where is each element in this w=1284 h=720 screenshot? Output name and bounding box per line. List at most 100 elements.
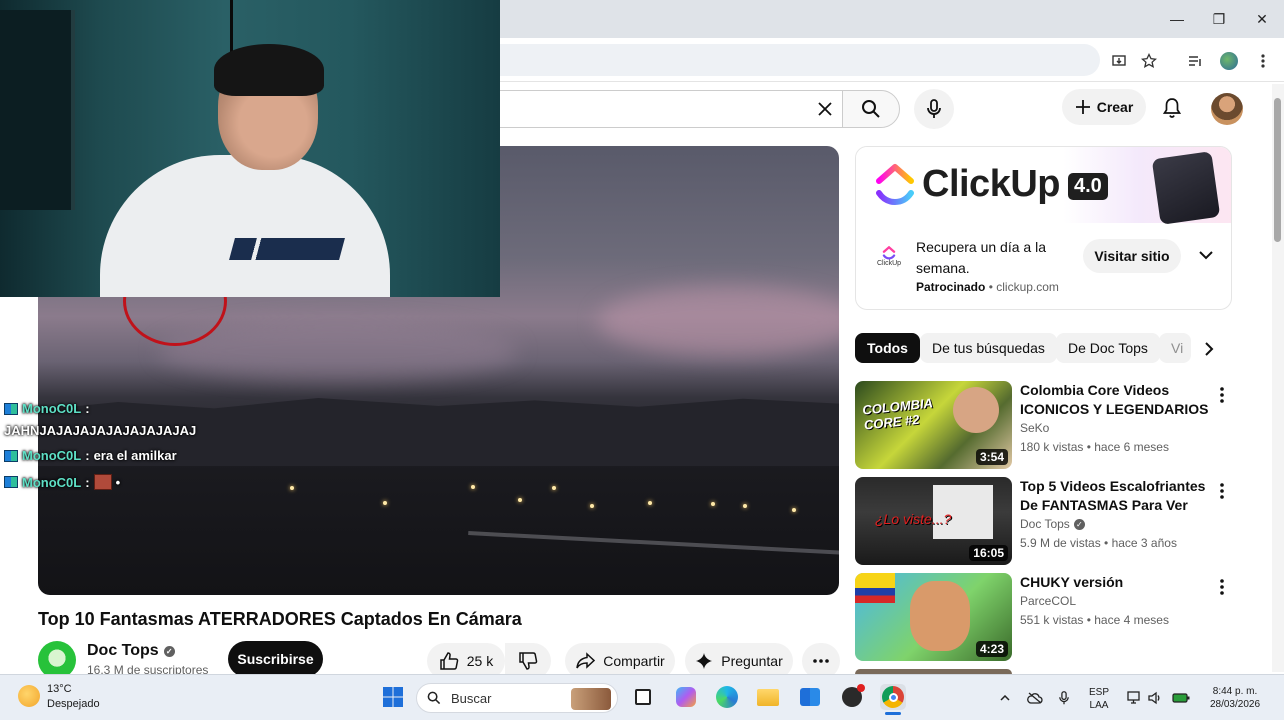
recommended-video-title[interactable]: Top 5 Videos Escalofriantes De FANTASMAS… bbox=[1020, 477, 1210, 515]
webcam-overlay bbox=[0, 0, 500, 297]
recommended-video[interactable]: 4:23 CHUKY versión COLOMBIANA ParceCOL 5… bbox=[855, 573, 1232, 663]
ad-banner[interactable]: ClickUp 4.0 bbox=[856, 147, 1231, 225]
microsoft-store-icon[interactable] bbox=[797, 684, 823, 710]
taskbar-search[interactable]: Buscar bbox=[416, 683, 618, 713]
video-thumbnail[interactable]: ¿Lo viste...? 16:05 bbox=[855, 477, 1012, 565]
task-view-icon[interactable] bbox=[630, 684, 656, 710]
webcam-person-hair bbox=[214, 44, 324, 96]
account-avatar[interactable] bbox=[1211, 93, 1243, 125]
sponsored-ad-card[interactable]: ClickUp 4.0 ClickUp Recupera un día a la… bbox=[855, 146, 1232, 310]
create-button[interactable]: Crear bbox=[1062, 89, 1146, 125]
video-light bbox=[471, 485, 475, 489]
video-light bbox=[290, 486, 294, 490]
microphone-icon[interactable] bbox=[1055, 689, 1073, 707]
chip-from-channel[interactable]: De Doc Tops bbox=[1056, 333, 1160, 363]
address-bar[interactable] bbox=[480, 44, 1100, 76]
share-label: Compartir bbox=[603, 653, 665, 669]
language-code: ESP bbox=[1088, 687, 1109, 698]
ad-advertiser-logo[interactable]: ClickUp bbox=[872, 239, 906, 273]
ad-brand-version: 4.0 bbox=[1068, 173, 1108, 200]
thumbnail-caption: COLOMBIA CORE #2 bbox=[861, 395, 934, 433]
clear-search-icon[interactable] bbox=[812, 97, 838, 121]
chat-badge-icon bbox=[4, 402, 18, 415]
video-road bbox=[468, 531, 839, 555]
sparkle-icon bbox=[696, 653, 713, 669]
video-thumbnail[interactable]: COLOMBIA CORE #2 3:54 bbox=[855, 381, 1012, 469]
chip-from-searches[interactable]: De tus búsquedas bbox=[920, 333, 1057, 363]
start-windows-icon[interactable] bbox=[380, 684, 406, 710]
channel-name[interactable]: Doc Tops bbox=[1020, 517, 1070, 531]
video-title: Top 10 Fantasmas ATERRADORES Captados En… bbox=[38, 609, 522, 629]
recommended-channel[interactable]: SeKo bbox=[1020, 421, 1049, 435]
ask-label: Preguntar bbox=[721, 653, 783, 669]
chevron-up-icon[interactable] bbox=[996, 689, 1014, 707]
chat-username: MonoC0L bbox=[22, 474, 82, 490]
chip-all[interactable]: Todos bbox=[855, 333, 920, 363]
more-vertical-icon[interactable] bbox=[1213, 577, 1231, 597]
webcam-person-body bbox=[100, 155, 390, 297]
recommended-video[interactable]: COLOMBIA CORE #2 3:54 Colombia Core Vide… bbox=[855, 381, 1232, 471]
cloud-offline-icon[interactable] bbox=[1026, 689, 1044, 707]
more-vertical-icon[interactable] bbox=[1213, 481, 1231, 501]
channel-name[interactable]: ParceCOL bbox=[1020, 594, 1076, 608]
search-highlight-image bbox=[571, 688, 611, 710]
file-explorer-icon[interactable] bbox=[755, 684, 781, 710]
input-language[interactable]: ESP LAA bbox=[1088, 686, 1110, 712]
recommended-video-title[interactable]: Colombia Core Videos ICONICOS Y LEGENDAR… bbox=[1020, 381, 1210, 419]
chat-text: era el amilkar bbox=[93, 448, 177, 463]
close-button[interactable]: ✕ bbox=[1247, 8, 1277, 30]
network-icon[interactable] bbox=[1126, 689, 1144, 707]
chat-username: MonoC0L bbox=[22, 401, 82, 416]
battery-charging-icon[interactable] bbox=[1172, 689, 1190, 707]
reading-list-icon[interactable] bbox=[1184, 50, 1206, 72]
maximize-button[interactable]: ❐ bbox=[1204, 8, 1234, 30]
search-input[interactable] bbox=[470, 90, 842, 128]
weather-moon-icon[interactable] bbox=[18, 685, 40, 707]
clock[interactable]: 8:44 p. m. 28/03/2026 bbox=[1203, 685, 1267, 711]
bookmark-star-icon[interactable] bbox=[1138, 50, 1160, 72]
video-stats: 551 k vistas • hace 4 meses bbox=[1020, 613, 1169, 627]
scrollbar-thumb[interactable] bbox=[1274, 98, 1281, 242]
channel-name-link[interactable]: Doc Tops ✓ bbox=[87, 642, 175, 660]
weather-description[interactable]: Despejado bbox=[47, 698, 100, 710]
notifications-bell-icon[interactable] bbox=[1158, 94, 1186, 122]
chevron-down-icon[interactable] bbox=[1196, 245, 1216, 265]
app-with-notification-icon[interactable] bbox=[839, 684, 865, 710]
subscribe-button[interactable]: Suscribirse bbox=[228, 641, 323, 677]
video-light bbox=[518, 498, 522, 502]
weather-temperature[interactable]: 13°C bbox=[47, 683, 72, 695]
video-duration: 4:23 bbox=[975, 641, 1008, 657]
chevron-right-icon[interactable] bbox=[1196, 336, 1222, 362]
chat-message: MonoC0L : era el amilkar bbox=[4, 448, 177, 463]
browser-menu-icon[interactable] bbox=[1252, 50, 1274, 72]
clickup-logo-icon bbox=[876, 164, 914, 206]
verified-check-icon: ✓ bbox=[163, 645, 175, 657]
recommended-video-title[interactable]: CHUKY versión COLOMBIANA bbox=[1020, 573, 1210, 593]
install-app-icon[interactable] bbox=[1108, 50, 1130, 72]
recommended-channel[interactable]: Doc Tops ✓ bbox=[1020, 517, 1085, 531]
ad-brand-name: ClickUp bbox=[922, 163, 1060, 205]
colombia-flag bbox=[855, 573, 895, 603]
profile-icon[interactable] bbox=[1218, 50, 1240, 72]
video-light bbox=[648, 501, 652, 505]
voice-search-button[interactable] bbox=[914, 89, 954, 129]
video-light bbox=[743, 504, 747, 508]
copilot-icon[interactable] bbox=[673, 684, 699, 710]
webcam-window-frame bbox=[0, 10, 75, 210]
recommended-video[interactable]: ¿Lo viste...? 16:05 Top 5 Videos Escalof… bbox=[855, 477, 1232, 567]
chip-partial[interactable]: Vi bbox=[1159, 333, 1191, 363]
minimize-button[interactable]: — bbox=[1162, 8, 1192, 30]
video-cloud bbox=[598, 286, 839, 356]
search-button[interactable] bbox=[842, 90, 900, 128]
video-light bbox=[792, 508, 796, 512]
clickup-small-logo-icon bbox=[882, 245, 896, 260]
video-thumbnail[interactable]: 4:23 bbox=[855, 573, 1012, 661]
chrome-browser-icon[interactable] bbox=[880, 684, 906, 710]
channel-name[interactable]: SeKo bbox=[1020, 421, 1049, 435]
volume-icon[interactable] bbox=[1147, 689, 1165, 707]
recommended-channel[interactable]: ParceCOL bbox=[1020, 594, 1076, 608]
visit-site-button[interactable]: Visitar sitio bbox=[1083, 239, 1181, 273]
edge-browser-icon[interactable] bbox=[714, 684, 740, 710]
more-vertical-icon[interactable] bbox=[1213, 385, 1231, 405]
channel-name[interactable]: Doc Tops bbox=[87, 642, 159, 660]
